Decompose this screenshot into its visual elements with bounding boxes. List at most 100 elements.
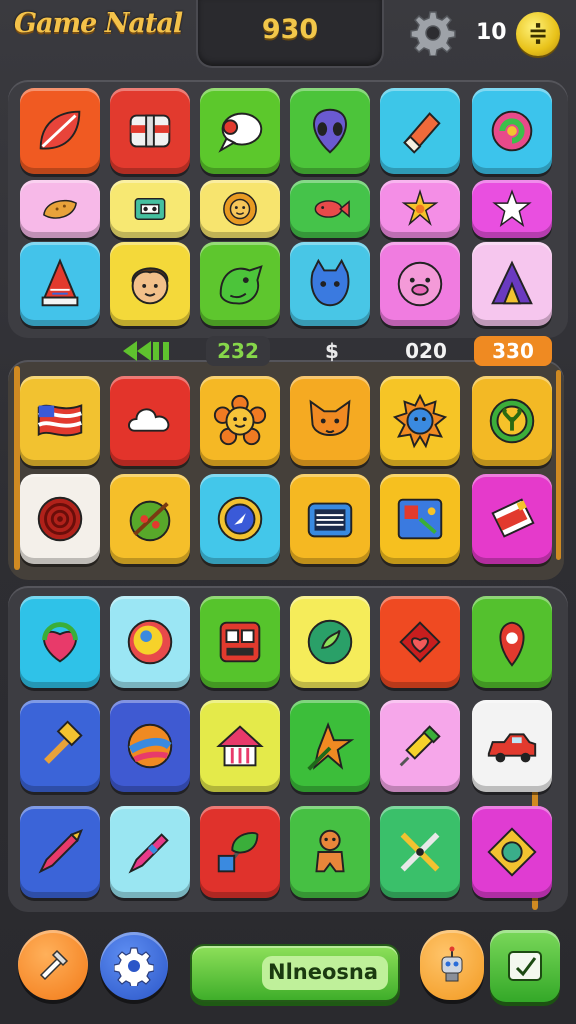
settings-button[interactable] — [100, 932, 168, 1000]
tile-green-orb[interactable] — [290, 596, 370, 688]
car-icon — [483, 717, 541, 775]
tile-machine[interactable] — [200, 596, 280, 688]
tile-gingerbread[interactable] — [290, 806, 370, 898]
wrench-icon — [39, 949, 69, 981]
hammer-icon — [31, 717, 89, 775]
tile-sprout[interactable] — [472, 376, 552, 466]
settings-gear-icon[interactable] — [410, 10, 456, 57]
gingerbread-icon — [301, 823, 359, 881]
tile-rocket[interactable] — [20, 242, 100, 326]
tile-house[interactable] — [200, 700, 280, 792]
double-arrow-icon — [123, 341, 169, 361]
tile-salad[interactable] — [110, 474, 190, 564]
tile-tent[interactable] — [472, 242, 552, 326]
map-pin-icon — [483, 613, 541, 671]
pig-icon — [391, 255, 449, 313]
orb-icon — [121, 613, 179, 671]
confirm-button[interactable] — [490, 930, 560, 1002]
tile-syringe[interactable] — [380, 700, 460, 792]
tile-pencil-star[interactable] — [290, 700, 370, 792]
tile-lion[interactable] — [200, 180, 280, 238]
stat-value-3: 020 — [405, 339, 447, 363]
tile-star[interactable] — [472, 180, 552, 238]
tile-pig[interactable] — [380, 242, 460, 326]
tile-dragon[interactable] — [200, 242, 280, 326]
tile-flag[interactable] — [20, 376, 100, 466]
tile-fish[interactable] — [290, 180, 370, 238]
tile-crayon[interactable] — [20, 806, 100, 898]
stat-value-1: 232 — [206, 336, 270, 366]
tile-tools[interactable] — [380, 806, 460, 898]
helmet-icon — [121, 102, 179, 160]
target-icon — [31, 490, 89, 548]
tile-chat-bubble[interactable] — [200, 88, 280, 174]
syringe-icon — [391, 717, 449, 775]
chat-bubble-icon — [211, 102, 269, 160]
tile-flower-face[interactable] — [200, 376, 280, 466]
tile-map[interactable] — [380, 474, 460, 564]
stat-value-4: 330 — [474, 336, 552, 366]
beach-ball-icon — [121, 717, 179, 775]
tile-heart[interactable] — [380, 596, 460, 688]
tile-compass[interactable] — [200, 474, 280, 564]
tent-icon — [483, 255, 541, 313]
tile-eraser[interactable] — [380, 88, 460, 174]
helper-button[interactable] — [420, 930, 484, 1000]
score-value: 930 — [261, 14, 319, 45]
tile-orb[interactable] — [110, 596, 190, 688]
tile-map-pin[interactable] — [472, 596, 552, 688]
main-action-button[interactable]: Nlneosna — [190, 944, 400, 1002]
tile-diamond-badge[interactable] — [472, 806, 552, 898]
tile-refresh-heart[interactable] — [20, 596, 100, 688]
coin-count: 10 — [476, 20, 507, 45]
pencil-star-icon — [301, 717, 359, 775]
tile-cookie[interactable] — [20, 180, 100, 238]
tile-car[interactable] — [472, 700, 552, 792]
game-title: Game Natal — [14, 8, 183, 39]
leaf-icon — [31, 102, 89, 160]
alien-head-icon — [301, 102, 359, 160]
board-edge-right — [556, 370, 561, 560]
stat-value-2: $ — [325, 339, 339, 363]
tile-ticket[interactable] — [472, 474, 552, 564]
tile-swirl[interactable] — [472, 88, 552, 174]
coin-icon[interactable]: ≑ — [516, 12, 560, 56]
tile-boy-face[interactable] — [110, 242, 190, 326]
tile-fox-face[interactable] — [290, 376, 370, 466]
tile-pen[interactable] — [110, 806, 190, 898]
tile-cat[interactable] — [290, 242, 370, 326]
rocket-icon — [31, 255, 89, 313]
cassette-icon — [128, 187, 172, 231]
pen-icon — [121, 823, 179, 881]
eraser-icon — [391, 102, 449, 160]
stat-green-arrows — [116, 336, 176, 366]
green-orb-icon — [301, 613, 359, 671]
coin-symbol: ≑ — [527, 19, 549, 47]
sprout-icon — [483, 392, 541, 450]
tools-button[interactable] — [18, 930, 88, 1000]
score-panel: 930 — [196, 0, 384, 68]
swirl-icon — [483, 102, 541, 160]
fox-face-icon — [301, 392, 359, 450]
tile-cassette[interactable] — [110, 180, 190, 238]
tile-alien-head[interactable] — [290, 88, 370, 174]
plant-icon — [211, 823, 269, 881]
radio-icon — [301, 490, 359, 548]
tile-sun-face[interactable] — [380, 376, 460, 466]
cookie-icon — [38, 187, 82, 231]
tile-sun-star[interactable] — [380, 180, 460, 238]
tile-hammer[interactable] — [20, 700, 100, 792]
lion-icon — [218, 187, 262, 231]
tile-leaf[interactable] — [20, 88, 100, 174]
tile-target[interactable] — [20, 474, 100, 564]
house-icon — [211, 717, 269, 775]
tile-beach-ball[interactable] — [110, 700, 190, 792]
tools-icon — [391, 823, 449, 881]
sun-face-icon — [391, 392, 449, 450]
flower-face-icon — [211, 392, 269, 450]
tile-radio[interactable] — [290, 474, 370, 564]
tile-cloud[interactable] — [110, 376, 190, 466]
diamond-badge-icon — [483, 823, 541, 881]
tile-helmet[interactable] — [110, 88, 190, 174]
tile-plant[interactable] — [200, 806, 280, 898]
